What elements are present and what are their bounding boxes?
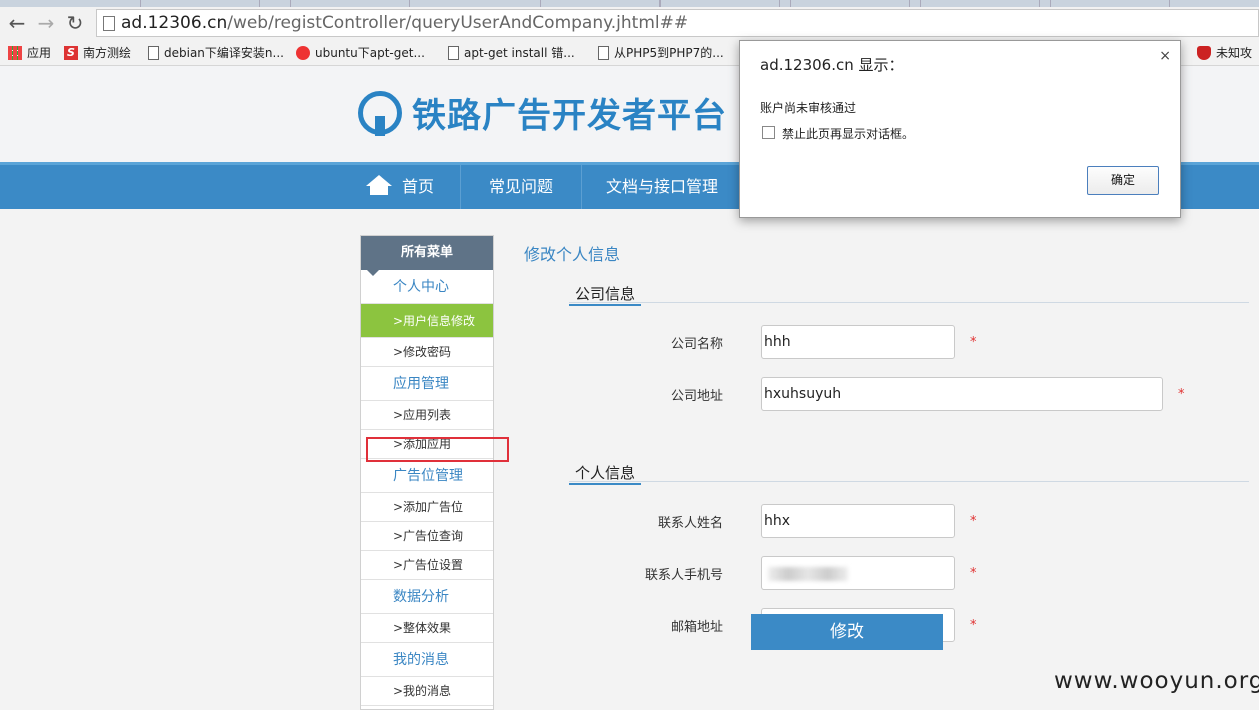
contact-phone-label: 联系人手机号: [644, 568, 723, 583]
contact-name-label: 联系人姓名: [657, 516, 723, 531]
back-arrow-icon[interactable]: ←: [6, 12, 28, 34]
apps-icon: [8, 45, 22, 60]
dialog-message: 账户尚未审核通过: [760, 101, 857, 115]
baidu-icon: [296, 45, 310, 60]
section-divider: [569, 302, 1249, 303]
contact-name-input[interactable]: [761, 504, 955, 538]
side-item-change-password[interactable]: >修改密码: [361, 338, 493, 367]
suppress-dialogs-checkbox[interactable]: [762, 126, 775, 139]
side-group-ad-slots[interactable]: 广告位管理: [361, 459, 493, 493]
side-item-ad-slot-settings[interactable]: >广告位设置: [361, 551, 493, 580]
side-group-analytics[interactable]: 数据分析: [361, 580, 493, 614]
page-icon: [598, 45, 609, 60]
side-group-apps[interactable]: 应用管理: [361, 367, 493, 401]
company-name-input[interactable]: [761, 325, 955, 359]
side-group-messages[interactable]: 我的消息: [361, 643, 493, 677]
reload-icon[interactable]: ↻: [64, 12, 86, 34]
required-mark: *: [970, 335, 977, 350]
nav-faq[interactable]: 常见问题: [461, 165, 582, 209]
side-item-edit-user[interactable]: >用户信息修改: [361, 304, 493, 338]
alert-dialog: ad.12306.cn 显示： × 账户尚未审核通过 禁止此页再显示对话框。 确…: [739, 40, 1181, 218]
submit-button[interactable]: 修改: [751, 614, 943, 650]
section-divider: [569, 481, 1249, 482]
nav-home[interactable]: 首页: [340, 165, 461, 209]
bookmark-item[interactable]: 未知攻: [1197, 44, 1252, 61]
url-text: ad.12306.cn/web/registController/queryUs…: [121, 13, 689, 33]
bookmark-item[interactable]: debian下编译安装n...: [148, 44, 284, 61]
site-logo[interactable]: 铁路广告开发者平台: [358, 88, 727, 137]
company-name-label: 公司名称: [670, 337, 723, 352]
tab-strip: [0, 0, 1259, 7]
side-item-add-ad-slot[interactable]: >添加广告位: [361, 493, 493, 522]
bookmark-item[interactable]: ubuntu下apt-get...: [296, 44, 425, 61]
tab[interactable]: [1050, 0, 1170, 7]
page-icon: [148, 45, 159, 60]
bookmark-item[interactable]: apt-get install 错...: [448, 44, 575, 61]
required-mark: *: [1178, 387, 1185, 402]
side-menu: 所有菜单 个人中心 >用户信息修改 >修改密码 应用管理 >应用列表 >添加应用…: [360, 235, 494, 710]
company-address-label: 公司地址: [670, 389, 723, 404]
page-info-icon[interactable]: [103, 16, 115, 31]
email-label: 邮箱地址: [670, 620, 723, 635]
shield-icon: [1197, 45, 1211, 60]
annotation-highlight: [366, 437, 509, 462]
side-menu-title: 所有菜单: [361, 236, 493, 276]
contact-phone-input[interactable]: [761, 556, 955, 590]
side-item-app-list[interactable]: >应用列表: [361, 401, 493, 430]
site-logo-text: 铁路广告开发者平台: [412, 96, 727, 136]
side-item-overall[interactable]: >整体效果: [361, 614, 493, 643]
bookmark-item[interactable]: 从PHP5到PHP7的...: [598, 44, 724, 61]
bookmark-apps[interactable]: 应用: [8, 44, 51, 61]
tab[interactable]: [660, 0, 780, 7]
tab[interactable]: [920, 0, 1040, 7]
watermark: www.wooyun.org: [1054, 668, 1259, 694]
close-icon[interactable]: ×: [1159, 48, 1171, 64]
side-item-my-messages[interactable]: >我的消息: [361, 677, 493, 706]
tab[interactable]: [140, 0, 260, 7]
page-title: 修改个人信息: [524, 245, 621, 264]
railway-logo-icon: [358, 90, 402, 136]
address-bar[interactable]: ad.12306.cn/web/registController/queryUs…: [96, 9, 1259, 37]
side-item-query-ad-slot[interactable]: >广告位查询: [361, 522, 493, 551]
personal-section-title: 个人信息: [569, 462, 642, 485]
forward-arrow-icon[interactable]: →: [35, 12, 57, 34]
tab[interactable]: [540, 0, 660, 7]
company-address-input[interactable]: [761, 377, 1163, 411]
home-icon: [365, 175, 392, 195]
tab[interactable]: [290, 0, 410, 7]
required-mark: *: [970, 566, 977, 581]
dialog-title: ad.12306.cn 显示：: [760, 56, 904, 74]
required-mark: *: [970, 618, 977, 633]
ok-button[interactable]: 确定: [1087, 166, 1159, 195]
tab[interactable]: [790, 0, 910, 7]
redacted-value: [768, 567, 848, 581]
suppress-dialogs-label[interactable]: 禁止此页再显示对话框。: [782, 125, 914, 142]
required-mark: *: [970, 514, 977, 529]
side-group-personal[interactable]: 个人中心: [361, 270, 493, 304]
bookmark-item[interactable]: S 南方测绘: [64, 44, 131, 61]
nav-docs[interactable]: 文档与接口管理: [582, 165, 742, 209]
page-icon: [448, 45, 459, 60]
s-logo-icon: S: [64, 45, 78, 60]
company-section-title: 公司信息: [569, 283, 642, 306]
